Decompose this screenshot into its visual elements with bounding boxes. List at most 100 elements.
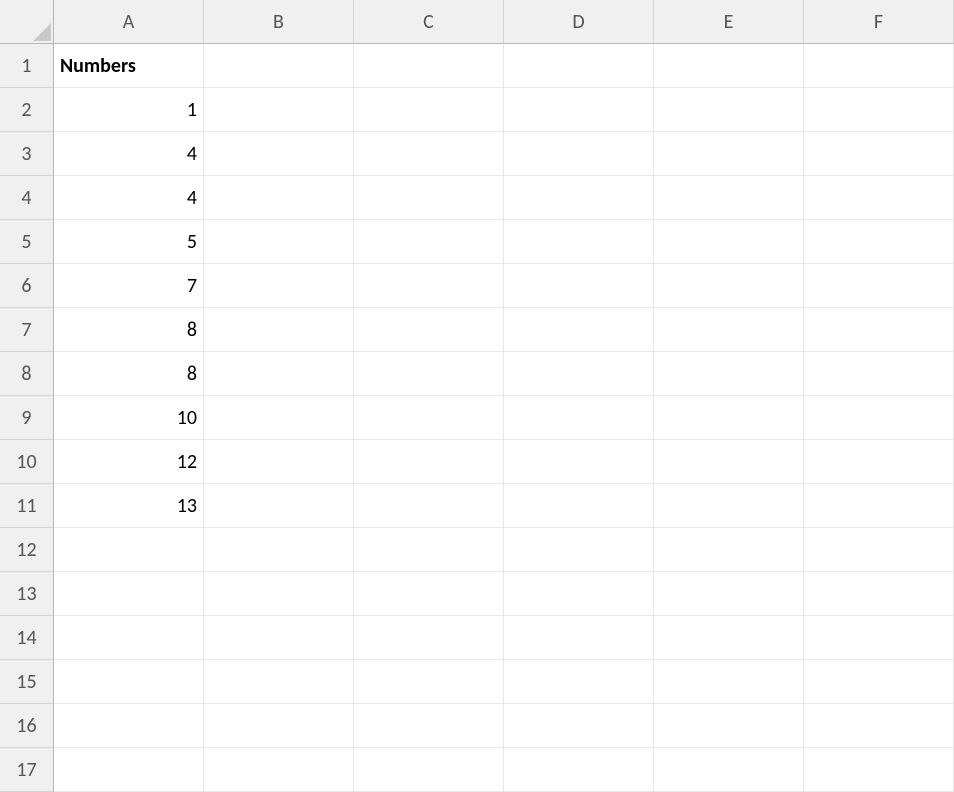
cell-D15[interactable] [504, 660, 654, 704]
cell-D13[interactable] [504, 572, 654, 616]
cell-C9[interactable] [354, 396, 504, 440]
cell-E9[interactable] [654, 396, 804, 440]
cell-D10[interactable] [504, 440, 654, 484]
cell-A16[interactable] [54, 704, 204, 748]
cell-D4[interactable] [504, 176, 654, 220]
cell-B11[interactable] [204, 484, 354, 528]
cell-F11[interactable] [804, 484, 954, 528]
row-header-10[interactable]: 10 [0, 440, 54, 484]
cell-D12[interactable] [504, 528, 654, 572]
cell-C1[interactable] [354, 44, 504, 88]
cell-E15[interactable] [654, 660, 804, 704]
spreadsheet-grid[interactable]: ABCDEF1Numbers21344455677888910101211131… [0, 0, 954, 792]
cell-B1[interactable] [204, 44, 354, 88]
row-header-11[interactable]: 11 [0, 484, 54, 528]
cell-F7[interactable] [804, 308, 954, 352]
cell-E6[interactable] [654, 264, 804, 308]
cell-B5[interactable] [204, 220, 354, 264]
cell-B4[interactable] [204, 176, 354, 220]
cell-F2[interactable] [804, 88, 954, 132]
row-header-4[interactable]: 4 [0, 176, 54, 220]
cell-A2[interactable]: 1 [54, 88, 204, 132]
row-header-7[interactable]: 7 [0, 308, 54, 352]
cell-E7[interactable] [654, 308, 804, 352]
cell-C10[interactable] [354, 440, 504, 484]
row-header-3[interactable]: 3 [0, 132, 54, 176]
cell-A9[interactable]: 10 [54, 396, 204, 440]
cell-B15[interactable] [204, 660, 354, 704]
cell-A11[interactable]: 13 [54, 484, 204, 528]
cell-E3[interactable] [654, 132, 804, 176]
cell-C13[interactable] [354, 572, 504, 616]
cell-A8[interactable]: 8 [54, 352, 204, 396]
cell-C8[interactable] [354, 352, 504, 396]
cell-A15[interactable] [54, 660, 204, 704]
row-header-13[interactable]: 13 [0, 572, 54, 616]
cell-E1[interactable] [654, 44, 804, 88]
cell-F10[interactable] [804, 440, 954, 484]
cell-D6[interactable] [504, 264, 654, 308]
cell-A14[interactable] [54, 616, 204, 660]
cell-C17[interactable] [354, 748, 504, 792]
cell-E10[interactable] [654, 440, 804, 484]
column-header-E[interactable]: E [654, 0, 804, 44]
cell-B17[interactable] [204, 748, 354, 792]
cell-F16[interactable] [804, 704, 954, 748]
cell-D16[interactable] [504, 704, 654, 748]
column-header-B[interactable]: B [204, 0, 354, 44]
cell-D7[interactable] [504, 308, 654, 352]
cell-B9[interactable] [204, 396, 354, 440]
column-header-F[interactable]: F [804, 0, 954, 44]
cell-A17[interactable] [54, 748, 204, 792]
cell-E8[interactable] [654, 352, 804, 396]
cell-A13[interactable] [54, 572, 204, 616]
cell-D3[interactable] [504, 132, 654, 176]
column-header-C[interactable]: C [354, 0, 504, 44]
cell-F3[interactable] [804, 132, 954, 176]
cell-E2[interactable] [654, 88, 804, 132]
cell-A1[interactable]: Numbers [54, 44, 204, 88]
cell-B16[interactable] [204, 704, 354, 748]
cell-F12[interactable] [804, 528, 954, 572]
cell-E17[interactable] [654, 748, 804, 792]
cell-D17[interactable] [504, 748, 654, 792]
cell-B3[interactable] [204, 132, 354, 176]
cell-C12[interactable] [354, 528, 504, 572]
cell-B10[interactable] [204, 440, 354, 484]
cell-B13[interactable] [204, 572, 354, 616]
cell-F1[interactable] [804, 44, 954, 88]
cell-A5[interactable]: 5 [54, 220, 204, 264]
cell-E13[interactable] [654, 572, 804, 616]
cell-D5[interactable] [504, 220, 654, 264]
cell-A10[interactable]: 12 [54, 440, 204, 484]
cell-E5[interactable] [654, 220, 804, 264]
cell-D9[interactable] [504, 396, 654, 440]
cell-C15[interactable] [354, 660, 504, 704]
row-header-16[interactable]: 16 [0, 704, 54, 748]
cell-D14[interactable] [504, 616, 654, 660]
cell-E4[interactable] [654, 176, 804, 220]
cell-B2[interactable] [204, 88, 354, 132]
cell-F17[interactable] [804, 748, 954, 792]
cell-F4[interactable] [804, 176, 954, 220]
row-header-6[interactable]: 6 [0, 264, 54, 308]
row-header-9[interactable]: 9 [0, 396, 54, 440]
cell-F9[interactable] [804, 396, 954, 440]
cell-C5[interactable] [354, 220, 504, 264]
cell-F14[interactable] [804, 616, 954, 660]
cell-B6[interactable] [204, 264, 354, 308]
cell-C2[interactable] [354, 88, 504, 132]
cell-B14[interactable] [204, 616, 354, 660]
cell-E12[interactable] [654, 528, 804, 572]
cell-A7[interactable]: 8 [54, 308, 204, 352]
row-header-2[interactable]: 2 [0, 88, 54, 132]
cell-C16[interactable] [354, 704, 504, 748]
cell-A3[interactable]: 4 [54, 132, 204, 176]
column-header-D[interactable]: D [504, 0, 654, 44]
cell-C4[interactable] [354, 176, 504, 220]
cell-A6[interactable]: 7 [54, 264, 204, 308]
cell-C3[interactable] [354, 132, 504, 176]
cell-E11[interactable] [654, 484, 804, 528]
cell-C14[interactable] [354, 616, 504, 660]
cell-D8[interactable] [504, 352, 654, 396]
